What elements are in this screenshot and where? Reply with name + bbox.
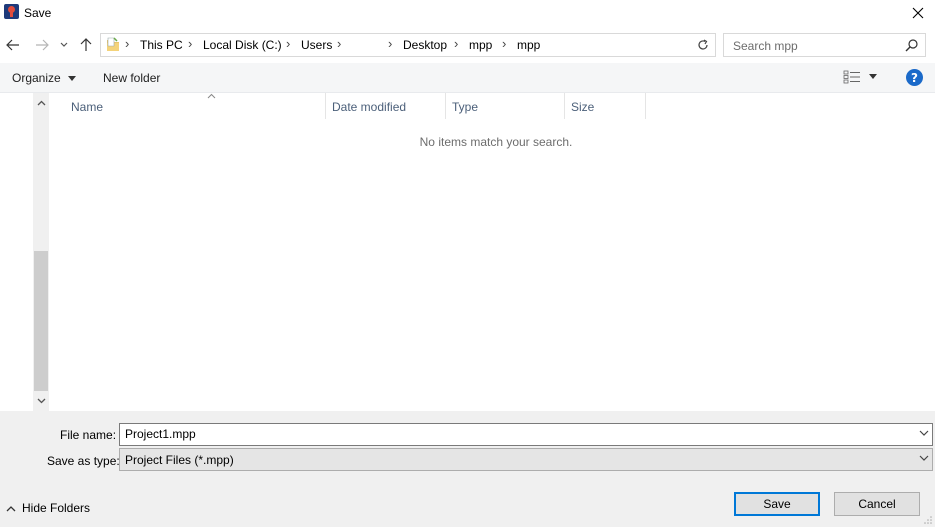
breadcrumb-local-disk[interactable]: Local Disk (C:) [203, 38, 282, 52]
save-options-panel: File name: Save as type: Project Files (… [0, 411, 935, 527]
caret-down-icon [68, 76, 77, 82]
organize-label: Organize [12, 71, 61, 85]
chevron-down-icon [37, 398, 45, 404]
navigation-bar: › This PC › Local Disk (C:) › Users › › … [0, 30, 935, 60]
column-header-size-label: Size [571, 100, 595, 114]
refresh-icon [697, 39, 708, 50]
up-button[interactable] [76, 35, 96, 55]
file-name-label: File name: [60, 428, 117, 442]
scroll-up-button[interactable] [33, 95, 49, 111]
new-folder-button[interactable]: New folder [103, 71, 160, 85]
help-icon[interactable]: ? [906, 69, 923, 86]
back-button[interactable] [3, 35, 23, 55]
column-header-date-label: Date modified [332, 100, 407, 114]
forward-button[interactable] [32, 35, 52, 55]
organize-menu-button[interactable]: Organize [12, 71, 77, 85]
hide-folders-button[interactable]: Hide Folders [6, 500, 90, 516]
search-icon[interactable] [905, 38, 919, 52]
file-name-input[interactable] [125, 427, 905, 441]
window-title: Save [24, 6, 52, 20]
breadcrumb-separator[interactable]: › [286, 36, 290, 51]
breadcrumb-separator[interactable]: › [125, 36, 129, 51]
cancel-button[interactable]: Cancel [834, 492, 920, 516]
breadcrumb-desktop[interactable]: Desktop [403, 38, 447, 52]
scroll-thumb[interactable] [34, 251, 48, 391]
title-bar: Save [0, 0, 935, 26]
empty-list-message: No items match your search. [419, 135, 573, 149]
hide-folders-label: Hide Folders [22, 501, 91, 515]
view-options-caret-icon[interactable] [869, 74, 877, 79]
chevron-up-icon [37, 100, 45, 106]
column-header-date-modified[interactable]: Date modified [326, 93, 446, 119]
breadcrumb-separator[interactable]: › [337, 36, 341, 51]
arrow-left-icon [6, 39, 19, 51]
scroll-down-button[interactable] [33, 393, 49, 409]
breadcrumb-users[interactable]: Users [301, 38, 332, 52]
command-bar: Organize New folder ? [0, 63, 935, 93]
column-header-type[interactable]: Type [446, 93, 565, 119]
view-details-icon[interactable] [843, 70, 861, 84]
save-button[interactable]: Save [734, 492, 820, 516]
arrow-up-icon [80, 38, 92, 51]
search-placeholder: Search mpp [733, 39, 798, 53]
column-header-name-label: Name [71, 100, 104, 114]
arrow-right-icon [36, 39, 49, 51]
resize-grip-icon[interactable] [923, 515, 933, 525]
breadcrumb-this-pc[interactable]: This PC [140, 38, 183, 52]
breadcrumb-separator[interactable]: › [388, 36, 392, 51]
column-header-name[interactable]: Name [65, 93, 326, 119]
save-as-type-value: Project Files (*.mpp) [125, 453, 234, 467]
chevron-down-icon [919, 455, 929, 461]
recent-locations-button[interactable] [57, 35, 71, 55]
save-dialog: Save › This PC › Local Disk (C:) › Users… [0, 0, 935, 527]
chevron-down-icon [60, 42, 68, 47]
save-as-type-select[interactable]: Project Files (*.mpp) [119, 448, 933, 471]
address-bar[interactable]: › This PC › Local Disk (C:) › Users › › … [100, 33, 787, 57]
close-button[interactable] [901, 0, 935, 26]
column-header-size[interactable]: Size [565, 93, 646, 119]
file-list[interactable]: Name Date modified Type Size No items ma… [50, 93, 935, 411]
chevron-up-icon [6, 505, 16, 511]
column-header-type-label: Type [452, 100, 479, 114]
breadcrumb-separator[interactable]: › [188, 36, 192, 51]
save-as-type-label: Save as type: [47, 454, 120, 468]
sort-ascending-icon [207, 93, 216, 99]
chevron-down-icon[interactable] [919, 430, 929, 437]
close-icon [912, 7, 924, 19]
breadcrumb-mpp-current[interactable]: mpp [517, 38, 540, 52]
navigation-pane-scrollbar[interactable] [33, 93, 49, 411]
search-box[interactable]: Search mpp [723, 33, 926, 57]
file-name-combobox[interactable] [119, 423, 933, 446]
refresh-button[interactable] [691, 35, 713, 55]
breadcrumb-separator[interactable]: › [454, 36, 458, 51]
breadcrumb-mpp[interactable]: mpp [469, 38, 492, 52]
folder-icon [107, 37, 119, 51]
project-app-icon [4, 4, 19, 19]
breadcrumb-separator[interactable]: › [502, 36, 506, 51]
